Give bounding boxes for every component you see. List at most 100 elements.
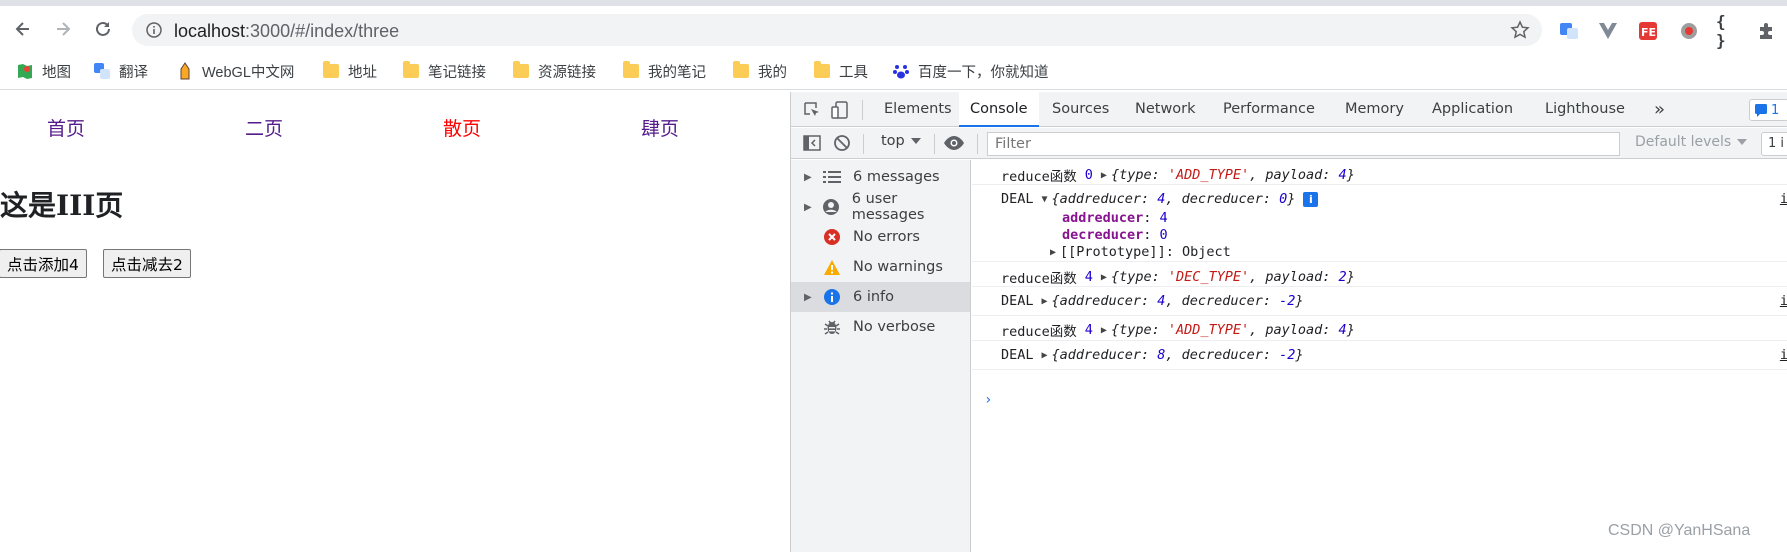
bookmarks-bar: 地图 翻译 WebGL中文网 地址 笔记链接 资源链接 我的笔记 我的 工具 百…: [0, 52, 1787, 90]
reload-button[interactable]: [90, 16, 116, 42]
expand-object-icon[interactable]: ▶: [1101, 325, 1107, 336]
bookmark-baidu[interactable]: 百度一下，你就知道: [892, 60, 1049, 82]
bookmark-folder-address[interactable]: 地址: [322, 60, 377, 82]
source-link[interactable]: i: [1780, 347, 1787, 363]
address-bar[interactable]: localhost:3000/#/index/three: [132, 14, 1542, 46]
dropdown-arrow-icon: [910, 138, 921, 144]
nav-link-page-two[interactable]: 二页: [245, 114, 283, 141]
log-object[interactable]: {type: 'ADD_TYPE', payload: 4}: [1111, 167, 1355, 183]
nav-link-page-three[interactable]: 散页: [443, 114, 481, 141]
arrow-left-icon: [15, 22, 29, 36]
sidebar-item-info[interactable]: ▶ 6 info: [791, 282, 970, 312]
bookmark-map[interactable]: 地图: [16, 60, 71, 82]
log-object[interactable]: {type: 'DEC_TYPE', payload: 2}: [1111, 269, 1355, 285]
bookmark-label: WebGL中文网: [202, 64, 295, 81]
hidden-messages-badge[interactable]: 1 i: [1761, 132, 1787, 156]
record-extension-icon[interactable]: [1678, 20, 1700, 42]
sidebar-item-messages[interactable]: ▶ 6 messages: [791, 162, 970, 192]
nav-link-home[interactable]: 首页: [47, 114, 85, 141]
clear-console-icon[interactable]: [831, 132, 853, 154]
browser-toolbar: localhost:3000/#/index/three FE { }: [0, 6, 1787, 52]
console-message: reduce函数 4 ▶ {type: 'DEC_TYPE', payload:…: [972, 262, 1787, 287]
add-button[interactable]: 点击添加4: [0, 249, 87, 278]
nav-link-page-four[interactable]: 肆页: [641, 114, 679, 141]
expand-arrow-icon: ▶: [804, 291, 812, 303]
pencil-icon: [176, 62, 194, 80]
console-message: DEAL ▶ {addreducer: 4, decreducer: -2} i: [972, 287, 1787, 316]
expand-arrow-icon: ▶: [804, 171, 812, 183]
tab-memory[interactable]: Memory: [1334, 92, 1415, 127]
folder-icon: [622, 61, 640, 80]
bug-icon: [821, 317, 843, 337]
back-button[interactable]: [10, 16, 36, 42]
vue-extension-icon[interactable]: [1597, 20, 1619, 42]
bookmark-folder-resources[interactable]: 资源链接: [512, 60, 596, 82]
property-value: 0: [1159, 227, 1168, 243]
tab-lighthouse[interactable]: Lighthouse: [1534, 92, 1636, 127]
bookmark-label: 我的笔记: [648, 64, 706, 81]
log-levels-dropdown[interactable]: Default levels: [1635, 134, 1748, 150]
log-object[interactable]: {addreducer: 4, decreducer: -2}: [1052, 293, 1304, 309]
object-info-badge[interactable]: i: [1303, 191, 1319, 207]
expand-object-icon[interactable]: ▶: [1042, 296, 1048, 307]
sidebar-toggle-icon[interactable]: [801, 132, 823, 154]
tab-elements[interactable]: Elements: [873, 92, 963, 127]
console-toolbar: top Default levels 1 i: [791, 128, 1787, 159]
bookmark-translate[interactable]: 翻译: [93, 60, 148, 82]
tab-network[interactable]: Network: [1124, 92, 1207, 127]
issues-badge[interactable]: 1: [1749, 99, 1787, 121]
expand-object-icon[interactable]: ▶: [1042, 350, 1048, 361]
bookmark-webgl[interactable]: WebGL中文网: [176, 60, 294, 82]
site-info-icon[interactable]: [146, 22, 162, 43]
expand-object-icon[interactable]: ▶: [1101, 272, 1107, 283]
translate-extension-icon[interactable]: [1558, 20, 1580, 42]
message-icon: [1755, 104, 1767, 117]
inspect-element-icon[interactable]: [801, 99, 823, 121]
console-message: DEAL ▶ {addreducer: 8, decreducer: -2} i: [972, 341, 1787, 370]
forward-button[interactable]: [50, 16, 76, 42]
subtract-button[interactable]: 点击减去2: [103, 249, 191, 278]
console-filter-input[interactable]: [987, 132, 1620, 156]
console-sidebar: ▶ 6 messages ▶ 6 user messages No errors…: [791, 160, 971, 552]
log-object[interactable]: {addreducer: 8, decreducer: -2}: [1052, 347, 1304, 363]
collapse-object-icon[interactable]: ▼: [1042, 194, 1048, 205]
tab-application[interactable]: Application: [1421, 92, 1524, 127]
expand-prototype-icon[interactable]: ▶: [1050, 247, 1056, 258]
tab-performance[interactable]: Performance: [1212, 92, 1326, 127]
source-link[interactable]: i: [1780, 191, 1787, 207]
json-extension-icon[interactable]: { }: [1716, 12, 1738, 50]
bookmark-label: 工具: [839, 64, 868, 81]
tab-console[interactable]: Console: [959, 92, 1039, 127]
maps-icon: [16, 62, 34, 80]
folder-icon: [813, 61, 831, 80]
toolbar-divider: [863, 134, 864, 154]
log-object[interactable]: {addreducer: 4, decreducer: 0}: [1052, 191, 1296, 207]
extensions-puzzle-icon[interactable]: [1756, 20, 1778, 42]
device-toolbar-icon[interactable]: [829, 99, 851, 121]
console-prompt[interactable]: ›: [984, 392, 992, 408]
bookmark-folder-mine[interactable]: 我的: [732, 60, 787, 82]
sidebar-item-user-messages[interactable]: ▶ 6 user messages: [791, 191, 970, 223]
bookmark-star-icon[interactable]: [1510, 20, 1530, 45]
bookmark-folder-my-notes[interactable]: 我的笔记: [622, 60, 706, 82]
bookmark-folder-tools[interactable]: 工具: [813, 60, 868, 82]
sidebar-item-errors[interactable]: No errors: [791, 222, 970, 252]
fehelper-extension-icon[interactable]: FE: [1637, 20, 1659, 42]
expand-object-icon[interactable]: ▶: [1101, 170, 1107, 181]
source-link[interactable]: i: [1780, 293, 1787, 309]
folder-icon: [322, 61, 340, 80]
context-selector[interactable]: top: [881, 133, 921, 149]
log-object[interactable]: {type: 'ADD_TYPE', payload: 4}: [1111, 322, 1355, 338]
bookmark-folder-notes-links[interactable]: 笔记链接: [402, 60, 486, 82]
devtools-panel: Elements Console Sources Network Perform…: [790, 92, 1787, 552]
error-icon: [821, 227, 843, 247]
tab-sources[interactable]: Sources: [1041, 92, 1120, 127]
bookmark-label: 地图: [42, 64, 71, 81]
live-expression-eye-icon[interactable]: [943, 132, 965, 154]
sidebar-item-warnings[interactable]: No warnings: [791, 252, 970, 282]
log-prefix: DEAL: [1001, 191, 1034, 207]
list-icon: [821, 167, 843, 187]
sidebar-item-verbose[interactable]: No verbose: [791, 312, 970, 342]
prototype-entry[interactable]: [[Prototype]]: Object: [1060, 244, 1231, 260]
more-tabs-button[interactable]: »: [1643, 92, 1676, 127]
